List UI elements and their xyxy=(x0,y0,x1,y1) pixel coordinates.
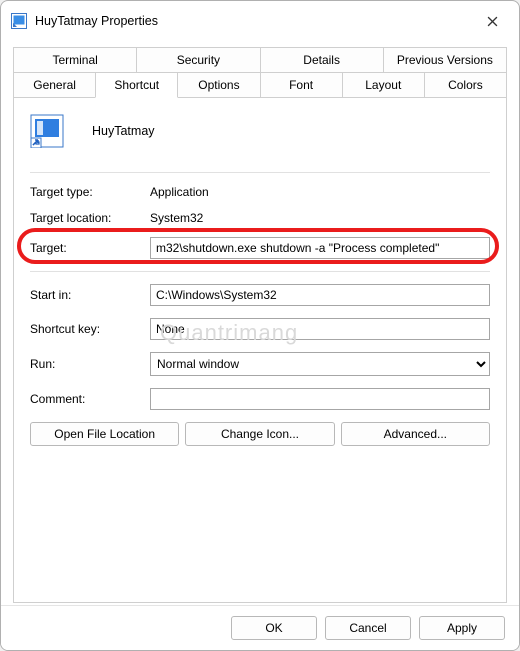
ok-button[interactable]: OK xyxy=(231,616,317,640)
tabstrip: Terminal Security Details Previous Versi… xyxy=(13,47,507,97)
tab-options[interactable]: Options xyxy=(177,72,260,97)
comment-label: Comment: xyxy=(30,392,150,406)
shortcut-key-label: Shortcut key: xyxy=(30,322,150,336)
close-button[interactable] xyxy=(475,7,509,35)
start-in-input[interactable] xyxy=(150,284,490,306)
tab-details[interactable]: Details xyxy=(260,47,384,72)
tab-colors[interactable]: Colors xyxy=(424,72,507,97)
tab-layout[interactable]: Layout xyxy=(342,72,425,97)
dialog-footer: OK Cancel Apply xyxy=(1,605,519,650)
target-location-value: System32 xyxy=(150,211,203,225)
open-file-location-button[interactable]: Open File Location xyxy=(30,422,179,446)
window-title: HuyTatmay Properties xyxy=(35,14,475,28)
apply-button[interactable]: Apply xyxy=(419,616,505,640)
advanced-button[interactable]: Advanced... xyxy=(341,422,490,446)
tab-previous-versions[interactable]: Previous Versions xyxy=(383,47,507,72)
shortcut-large-icon xyxy=(30,114,64,148)
run-label: Run: xyxy=(30,357,150,371)
target-type-value: Application xyxy=(150,185,209,199)
target-type-label: Target type: xyxy=(30,185,150,199)
titlebar: HuyTatmay Properties xyxy=(1,1,519,37)
divider-2 xyxy=(30,271,490,272)
target-input[interactable] xyxy=(150,237,490,259)
tab-security[interactable]: Security xyxy=(136,47,260,72)
target-location-label: Target location: xyxy=(30,211,150,225)
tab-terminal[interactable]: Terminal xyxy=(13,47,137,72)
properties-dialog: HuyTatmay Properties Terminal Security D… xyxy=(0,0,520,651)
tabpage-shortcut: HuyTatmay Target type: Application Targe… xyxy=(13,97,507,603)
divider xyxy=(30,172,490,173)
tab-font[interactable]: Font xyxy=(260,72,343,97)
comment-input[interactable] xyxy=(150,388,490,410)
shortcut-key-input[interactable] xyxy=(150,318,490,340)
form-grid: Target type: Application Target location… xyxy=(30,185,490,410)
target-label: Target: xyxy=(30,241,150,255)
start-in-label: Start in: xyxy=(30,288,150,302)
change-icon-button[interactable]: Change Icon... xyxy=(185,422,334,446)
shortcut-app-icon xyxy=(11,13,27,29)
shortcut-buttons-row: Open File Location Change Icon... Advanc… xyxy=(30,422,490,446)
tab-shortcut[interactable]: Shortcut xyxy=(95,72,178,98)
run-select[interactable]: Normal window xyxy=(150,352,490,376)
cancel-button[interactable]: Cancel xyxy=(325,616,411,640)
client-area: Terminal Security Details Previous Versi… xyxy=(1,37,519,605)
shortcut-name: HuyTatmay xyxy=(92,124,155,138)
tab-general[interactable]: General xyxy=(13,72,96,97)
